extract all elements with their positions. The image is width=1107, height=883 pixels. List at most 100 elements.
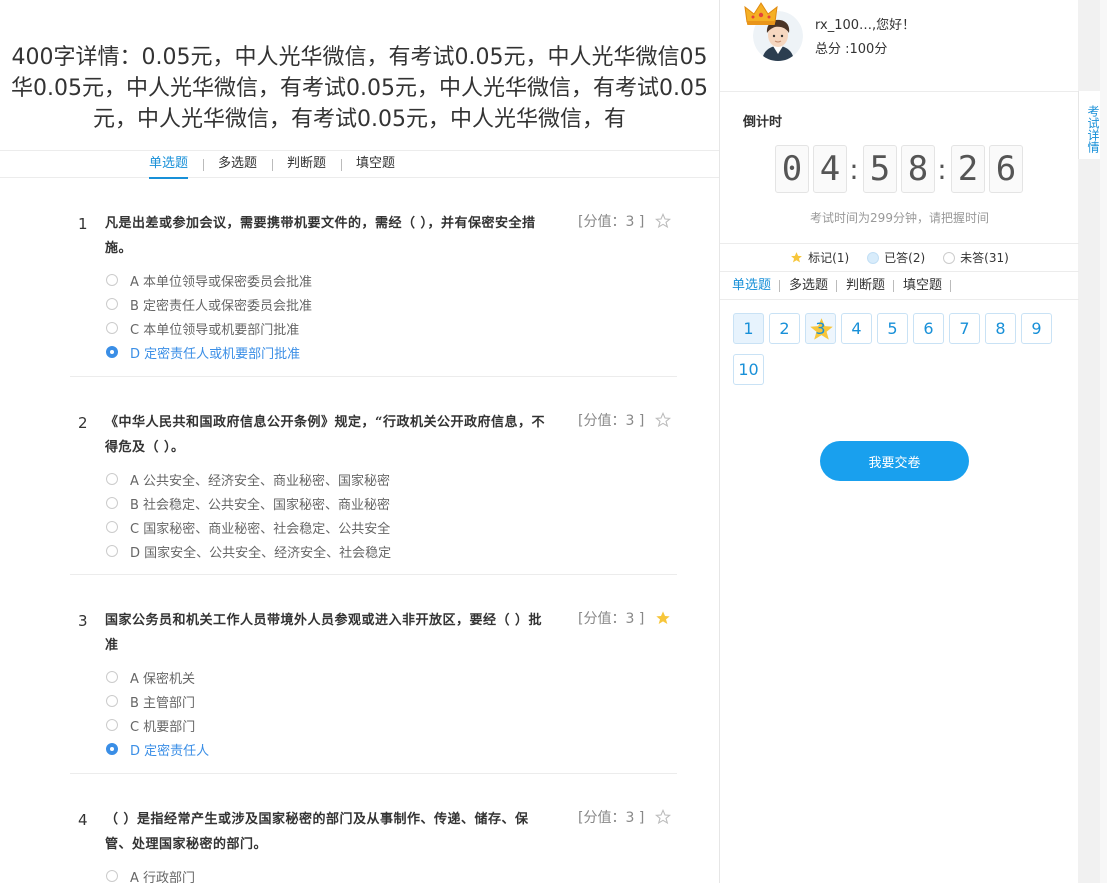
option-list: A 本单位领导或保密委员会批准 B 定密责任人或保密委员会批准 C 本单位领导或机要…	[106, 268, 312, 364]
countdown-note: 考试时间为299分钟，请把握时间	[810, 211, 989, 225]
question-nav-button[interactable]: 1	[733, 313, 764, 344]
question-score: [分值：3 ]	[578, 214, 645, 230]
countdown-digit: 0	[775, 145, 809, 193]
user-info: rx_100…,您好！ 总分 :100分	[720, 0, 1079, 91]
question-item: 2 《中华人民共和国政府信息公开条例》规定，“行政机关公开政府信息，不得危及（ ）…	[70, 406, 677, 575]
question-nav-label: 7	[959, 319, 970, 338]
user-total-score: 总分 :100分	[815, 42, 888, 57]
answer-option[interactable]: C 本单位领导或机要部门批准	[106, 316, 312, 340]
radio-button[interactable]	[106, 298, 118, 310]
panel-tab-multiple-choice[interactable]: 多选题	[780, 273, 838, 299]
answer-option[interactable]: A 公共安全、经济安全、商业秘密、国家秘密	[106, 467, 391, 491]
question-stem: 《中华人民共和国政府信息公开条例》规定，“行政机关公开政府信息，不得危及（ ）。	[105, 415, 545, 455]
option-list: A 保密机关 B 主管部门 C 机要部门 D 定密责任人	[106, 665, 209, 761]
question-number: 4	[78, 811, 88, 829]
answer-option[interactable]: A 保密机关	[106, 665, 209, 689]
answer-option[interactable]: B 社会稳定、公共安全、国家秘密、商业秘密	[106, 491, 391, 515]
page-scrollbar-thumb[interactable]	[1100, 0, 1107, 883]
exam-details-tab[interactable]: 考试详情	[1078, 91, 1100, 159]
option-label: A 保密机关	[130, 671, 196, 687]
countdown-digit: 6	[989, 145, 1023, 193]
answer-option[interactable]: D 国家安全、公共安全、经济安全、社会稳定	[106, 539, 391, 563]
tab-fill-blank[interactable]: 填空题	[341, 151, 410, 177]
answer-option[interactable]: D 定密责任人或机要部门批准	[106, 340, 312, 364]
answered-dot-icon	[867, 251, 880, 264]
answer-option[interactable]: C 机要部门	[106, 713, 209, 737]
question-nav-button[interactable]: 9	[1021, 313, 1052, 344]
tab-true-false[interactable]: 判断题	[272, 151, 341, 177]
question-nav-button[interactable]: 8	[985, 313, 1016, 344]
countdown-separator: :	[849, 152, 859, 186]
panel-tab-fill-blank[interactable]: 填空题	[894, 273, 952, 299]
radio-button[interactable]	[106, 473, 118, 485]
legend-unanswered: 未答(31)	[943, 249, 1009, 266]
radio-button[interactable]	[106, 521, 118, 533]
option-list: A 行政部门	[106, 864, 195, 883]
question-type-tabs: 单选题 多选题 判断题 填空题	[134, 151, 410, 179]
option-label: C 国家秘密、商业秘密、社会稳定、公共安全	[130, 521, 391, 537]
countdown-digit: 5	[863, 145, 897, 193]
question-nav-label: 1	[743, 319, 754, 338]
answer-option[interactable]: C 国家秘密、商业秘密、社会稳定、公共安全	[106, 515, 391, 539]
question-stem: 国家公务员和机关工作人员带境外人员参观或进入非开放区，要经（ ）批准	[105, 613, 543, 653]
answer-option[interactable]: B 定密责任人或保密委员会批准	[106, 292, 312, 316]
legend-answered-label: 已答(2)	[884, 251, 926, 265]
answer-option[interactable]: A 行政部门	[106, 864, 195, 883]
star-icon	[791, 252, 803, 263]
question-item: 1 凡是出差或参加会议，需要携带机要文件的，需经（ ），并有保密安全措施。 [分值：…	[70, 207, 677, 377]
flag-star-icon[interactable]	[655, 610, 671, 626]
question-stem: （ ）是指经常产生或涉及国家秘密的部门及从事制作、传递、储存、保管、处理国家秘密…	[105, 812, 529, 852]
radio-button[interactable]	[106, 322, 118, 334]
countdown-digit: 2	[951, 145, 985, 193]
question-nav-button[interactable]: 6	[913, 313, 944, 344]
radio-button[interactable]	[106, 870, 118, 882]
panel-tab-true-false[interactable]: 判断题	[837, 273, 895, 299]
radio-button[interactable]	[106, 545, 118, 557]
flag-star-icon[interactable]	[655, 809, 671, 825]
submit-exam-button[interactable]: 我要交卷	[820, 441, 969, 481]
countdown-timer: 0 4 : 5 8 : 2 6	[775, 145, 1027, 193]
question-score: [分值：3 ]	[578, 810, 645, 826]
radio-button[interactable]	[106, 743, 118, 755]
option-label: B 主管部门	[130, 695, 196, 711]
option-label: C 本单位领导或机要部门批准	[130, 322, 300, 338]
question-type-bar: 单选题 多选题 判断题 填空题	[0, 150, 719, 179]
question-item: 3 国家公务员和机关工作人员带境外人员参观或进入非开放区，要经（ ）批准 [分值：3…	[70, 604, 677, 774]
panel-type-tabs: 单选题 多选题 判断题 填空题	[720, 273, 1079, 300]
question-nav-button[interactable]: 7	[949, 313, 980, 344]
legend-flagged: 标记(1)	[790, 249, 849, 266]
answer-option[interactable]: A 本单位领导或保密委员会批准	[106, 268, 312, 292]
question-nav-label: 5	[887, 319, 898, 338]
radio-button[interactable]	[106, 695, 118, 707]
answer-option[interactable]: B 主管部门	[106, 689, 209, 713]
tab-single-choice[interactable]: 单选题	[134, 151, 203, 179]
radio-button[interactable]	[106, 346, 118, 358]
radio-button[interactable]	[106, 719, 118, 731]
option-list: A 公共安全、经济安全、商业秘密、国家秘密 B 社会稳定、公共安全、国家秘密、商业…	[106, 467, 391, 563]
radio-button[interactable]	[106, 274, 118, 286]
legend-unanswered-label: 未答(31)	[960, 251, 1009, 265]
exam-side-panel: rx_100…,您好！ 总分 :100分 倒计时 0 4 : 5 8 : 2 6…	[719, 0, 1079, 883]
question-score: [分值：3 ]	[578, 611, 645, 627]
question-item: 4 （ ）是指经常产生或涉及国家秘密的部门及从事制作、传递、储存、保管、处理国家秘…	[70, 803, 677, 883]
crown-icon	[744, 2, 778, 25]
panel-tab-single-choice[interactable]: 单选题	[723, 273, 781, 299]
option-label: D 定密责任人或机要部门批准	[130, 346, 301, 362]
question-nav-button[interactable]: 10	[733, 354, 764, 385]
flag-star-icon[interactable]	[655, 412, 671, 428]
radio-button[interactable]	[106, 671, 118, 683]
option-label: A 本单位领导或保密委员会批准	[130, 274, 313, 290]
divider	[720, 91, 1079, 92]
option-label: D 国家安全、公共安全、经济安全、社会稳定	[130, 545, 392, 561]
status-legend: 标记(1) 已答(2) 未答(31)	[720, 243, 1079, 272]
tab-multiple-choice[interactable]: 多选题	[203, 151, 272, 177]
answer-option[interactable]: D 定密责任人	[106, 737, 209, 761]
radio-button[interactable]	[106, 497, 118, 509]
question-nav-button[interactable]: 4	[841, 313, 872, 344]
option-label: B 定密责任人或保密委员会批准	[130, 298, 313, 314]
question-nav-label: 10	[738, 360, 759, 379]
question-nav-button[interactable]: 5	[877, 313, 908, 344]
flag-star-icon[interactable]	[655, 213, 671, 229]
question-nav-button[interactable]: 2	[769, 313, 800, 344]
question-nav-button[interactable]: 3	[805, 313, 836, 344]
